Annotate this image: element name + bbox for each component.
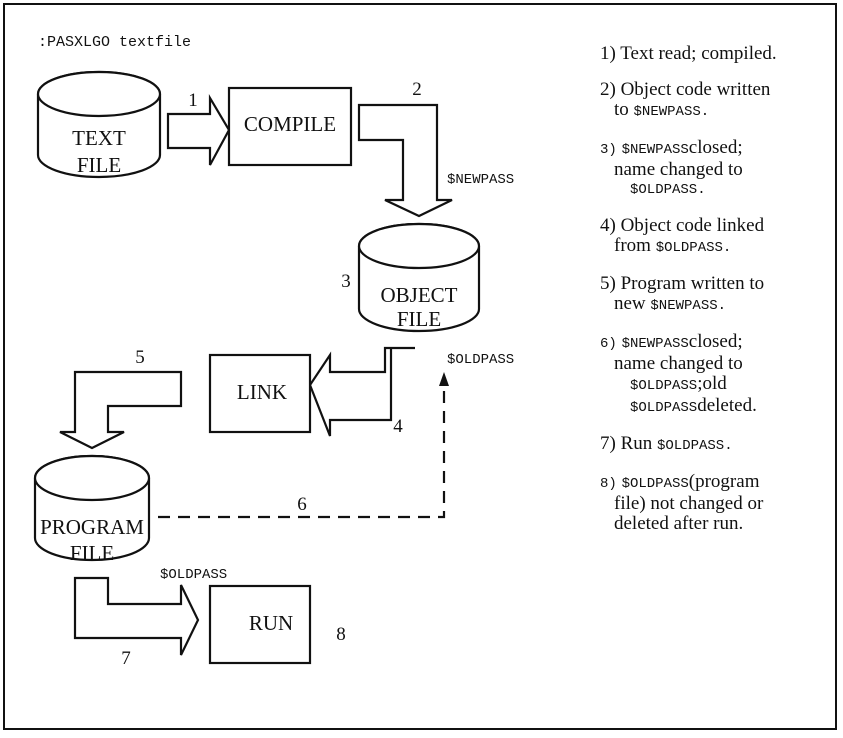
note-6-file: $NEWPASS xyxy=(621,336,689,352)
link-label: LINK xyxy=(237,380,287,404)
program-file-cylinder: PROGRAM FILE xyxy=(33,454,151,565)
note-8-file: $OLDPASS xyxy=(621,476,689,492)
arrow-1 xyxy=(166,93,231,166)
program-file-label-2: FILE xyxy=(70,541,114,565)
note-4-text: 4) Object code linked xyxy=(600,215,765,236)
note-7-file: $OLDPASS. xyxy=(657,438,733,454)
note-6-text4: deleted. xyxy=(697,395,757,416)
oldpass-run-label: $OLDPASS xyxy=(160,567,227,583)
object-file-label-2: FILE xyxy=(397,307,441,331)
step-label-5: 5 xyxy=(135,347,145,368)
note-3: 3) $NEWPASSclosed; name changed to $OLDP… xyxy=(600,138,830,200)
arrow-5 xyxy=(59,370,183,450)
oldpass-link-label: $OLDPASS xyxy=(447,352,514,368)
note-3-text: closed; xyxy=(688,137,743,158)
arrow-2 xyxy=(357,103,453,218)
note-8-line2: file) not changed or xyxy=(614,493,764,514)
note-8-num: 8) xyxy=(600,476,617,492)
note-5-text: 5) Program written to xyxy=(600,273,765,294)
note-3-file: $NEWPASS xyxy=(621,142,689,158)
note-3-num: 3) xyxy=(600,142,617,158)
note-6-file3: $OLDPASS xyxy=(630,400,698,416)
newpass-label: $NEWPASS xyxy=(447,172,514,188)
note-2-file: $NEWPASS. xyxy=(633,104,710,120)
note-4-file: $OLDPASS. xyxy=(655,240,732,256)
arrow-6-head xyxy=(439,372,449,386)
program-file-label-1: PROGRAM xyxy=(40,515,144,539)
step-label-7: 7 xyxy=(121,648,131,669)
note-7: 7) Run $OLDPASS. xyxy=(600,434,830,456)
text-file-label-2: FILE xyxy=(77,153,121,177)
text-file-label-1: TEXT xyxy=(72,126,126,150)
text-file-cylinder: TEXT FILE xyxy=(36,70,162,179)
note-5: 5) Program written to new $NEWPASS. xyxy=(600,274,830,316)
step-label-2: 2 xyxy=(412,79,422,100)
step-label-3: 3 xyxy=(341,271,351,292)
note-6-num: 6) xyxy=(600,336,617,352)
note-8-line3: deleted after run. xyxy=(614,513,744,534)
compile-label: COMPILE xyxy=(244,112,336,136)
note-2-text: 2) Object code written xyxy=(600,79,771,100)
note-2-pre: to xyxy=(614,99,634,120)
step-notes: 1) Text read; compiled. 2) Object code w… xyxy=(600,44,830,550)
note-7-text: 7) Run xyxy=(600,433,657,454)
note-3-file2: $OLDPASS. xyxy=(630,182,706,198)
command-text: :PASXLGO textfile xyxy=(38,34,191,51)
note-4-pre: from xyxy=(614,235,656,256)
note-2: 2) Object code written to $NEWPASS. xyxy=(600,80,830,122)
note-1: 1) Text read; compiled. xyxy=(600,44,830,64)
note-5-pre: new xyxy=(614,293,651,314)
step-label-6: 6 xyxy=(297,494,307,515)
note-6-text3: ;old xyxy=(697,373,727,394)
note-3-line2: name changed to xyxy=(614,159,743,180)
step-label-8: 8 xyxy=(336,624,346,645)
note-6-file2: $OLDPASS xyxy=(630,378,698,394)
note-6: 6) $NEWPASSclosed; name changed to $OLDP… xyxy=(600,332,830,418)
note-8: 8) $OLDPASS(program file) not changed or… xyxy=(600,472,830,534)
run-label: RUN xyxy=(249,611,293,635)
object-file-cylinder: OBJECT FILE xyxy=(357,222,481,333)
arrow-7 xyxy=(73,576,200,656)
note-4: 4) Object code linked from $OLDPASS. xyxy=(600,216,830,258)
object-file-label-1: OBJECT xyxy=(380,283,457,307)
note-6-line2: name changed to xyxy=(614,353,743,374)
note-1-text: 1) Text read; compiled. xyxy=(600,43,777,64)
note-5-file: $NEWPASS. xyxy=(650,298,727,314)
step-label-1: 1 xyxy=(188,90,198,111)
step-label-4: 4 xyxy=(393,416,403,437)
note-8-text: (program xyxy=(688,471,760,492)
note-6-text: closed; xyxy=(688,331,743,352)
